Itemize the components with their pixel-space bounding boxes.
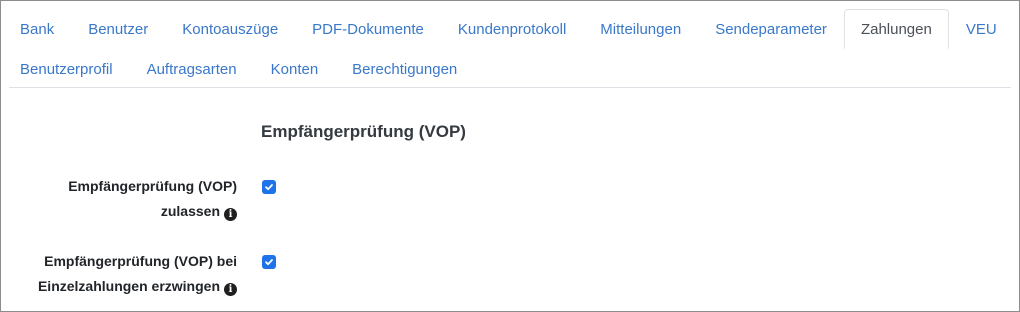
tab-kontoauszuege[interactable]: Kontoauszüge bbox=[165, 9, 295, 48]
info-circle-icon[interactable]: i bbox=[224, 208, 237, 221]
tab-row-2: Benutzerprofil Auftragsarten Konten Bere… bbox=[9, 49, 474, 88]
settings-panel: Bank Benutzer Kontoauszüge PDF-Dokumente… bbox=[0, 0, 1020, 312]
tab-mitteilungen[interactable]: Mitteilungen bbox=[583, 9, 698, 48]
tab-benutzer[interactable]: Benutzer bbox=[71, 9, 165, 48]
tab-sendeparameter[interactable]: Sendeparameter bbox=[698, 9, 844, 48]
setting-label-vop-enforce: Empfängerprüfung (VOP) bei Einzelzahlung… bbox=[38, 249, 237, 299]
tab-pdf-dokumente[interactable]: PDF-Dokumente bbox=[295, 9, 441, 48]
info-circle-icon[interactable]: i bbox=[224, 283, 237, 296]
tab-bank[interactable]: Bank bbox=[9, 9, 71, 48]
tab-row-1: Bank Benutzer Kontoauszüge PDF-Dokumente… bbox=[9, 9, 1014, 49]
setting-label-line2: Einzelzahlungen erzwingen i bbox=[38, 274, 237, 299]
tab-veu[interactable]: VEU bbox=[949, 9, 1014, 48]
tab-berechtigungen[interactable]: Berechtigungen bbox=[335, 49, 474, 88]
section-title: Empfängerprüfung (VOP) bbox=[261, 122, 466, 141]
check-icon bbox=[265, 259, 273, 266]
setting-label-line1: Empfängerprüfung (VOP) bbox=[68, 178, 237, 194]
setting-label-line2: zulassen i bbox=[68, 199, 237, 224]
tab-bar: Bank Benutzer Kontoauszüge PDF-Dokumente… bbox=[9, 9, 1011, 88]
tab-konten[interactable]: Konten bbox=[254, 49, 336, 88]
setting-label-vop-allow: Empfängerprüfung (VOP) zulassen i bbox=[68, 174, 237, 224]
tab-zahlungen[interactable]: Zahlungen bbox=[843, 9, 949, 49]
vop-enforce-checkbox[interactable] bbox=[262, 255, 276, 269]
vop-allow-checkbox[interactable] bbox=[262, 180, 276, 194]
setting-label-line1: Empfängerprüfung (VOP) bei bbox=[44, 253, 237, 269]
tab-kundenprotokoll[interactable]: Kundenprotokoll bbox=[441, 9, 583, 48]
tab-benutzerprofil[interactable]: Benutzerprofil bbox=[9, 49, 130, 88]
check-icon bbox=[265, 184, 273, 191]
tab-auftragsarten[interactable]: Auftragsarten bbox=[130, 49, 254, 88]
